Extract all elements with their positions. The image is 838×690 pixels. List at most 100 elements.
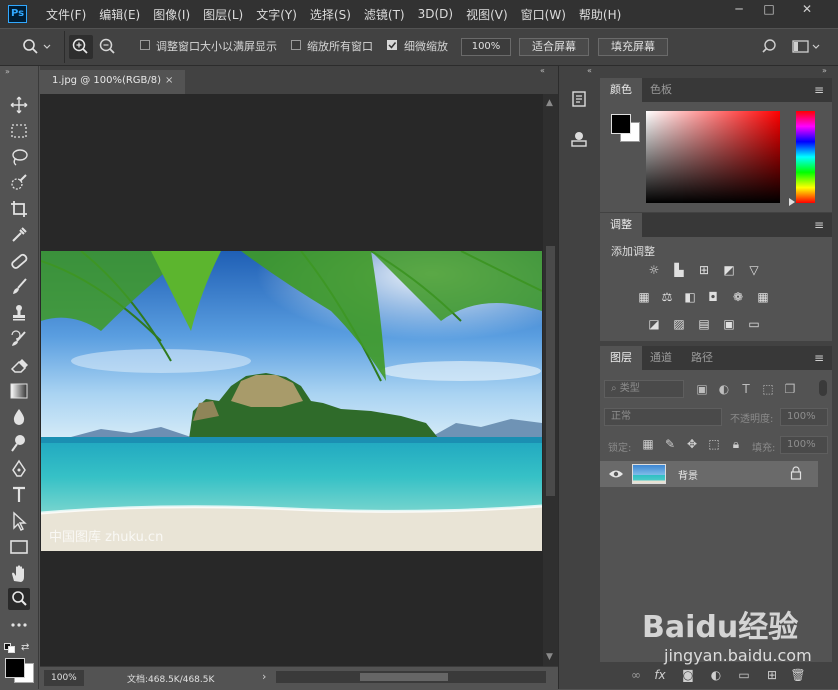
brush-tool-icon[interactable] xyxy=(8,276,30,298)
quick-selection-tool-icon[interactable] xyxy=(8,172,30,194)
black-white-icon[interactable]: ◧ xyxy=(682,290,698,304)
fit-screen-button[interactable]: 适合屏幕 xyxy=(519,38,589,56)
dodge-tool-icon[interactable] xyxy=(8,432,30,454)
more-tools-icon[interactable] xyxy=(8,614,30,636)
filter-smart-object-icon[interactable]: ❐ xyxy=(782,382,798,396)
fill-field[interactable]: 100% xyxy=(780,436,828,454)
gradient-map-icon[interactable]: ▭ xyxy=(746,317,762,331)
close-tab-icon[interactable]: × xyxy=(165,70,173,92)
lock-all-icon[interactable]: 🔒︎ xyxy=(728,437,744,451)
menu-file[interactable]: 文件(F) xyxy=(46,6,86,23)
properties-panel-button[interactable] xyxy=(570,130,588,148)
fill-screen-button[interactable]: 填充屏幕 xyxy=(598,38,668,56)
search-button[interactable] xyxy=(762,38,780,56)
photo-filter-icon[interactable]: ◘ xyxy=(705,290,721,304)
swap-colors-icon[interactable]: ⇄ xyxy=(21,642,33,654)
vibrance-icon[interactable]: ▽ xyxy=(746,263,762,277)
group-icon[interactable]: ▭ xyxy=(736,668,752,682)
rectangle-tool-icon[interactable] xyxy=(8,536,30,558)
hue-saturation-icon[interactable]: ▦ xyxy=(636,290,652,304)
color-lookup-icon[interactable]: ▦ xyxy=(755,290,771,304)
menu-select[interactable]: 选择(S) xyxy=(310,6,351,23)
zoom-all-windows-checkbox[interactable] xyxy=(291,40,301,50)
vertical-scrollbar[interactable]: ▲ ▼ xyxy=(543,94,558,666)
scroll-down-icon[interactable]: ▼ xyxy=(546,652,553,662)
filter-shape-icon[interactable]: ⬚ xyxy=(760,382,776,396)
history-panel-button[interactable] xyxy=(570,90,588,108)
levels-icon[interactable]: ▙ xyxy=(671,263,687,277)
scroll-up-icon[interactable]: ▲ xyxy=(546,98,553,108)
fx-icon[interactable]: fx xyxy=(652,668,668,682)
healing-brush-tool-icon[interactable] xyxy=(8,250,30,272)
menu-help[interactable]: 帮助(H) xyxy=(579,6,621,23)
layers-panel-menu-icon[interactable]: ≡ xyxy=(814,351,824,365)
exposure-icon[interactable]: ◩ xyxy=(721,263,737,277)
menu-view[interactable]: 视图(V) xyxy=(466,6,508,23)
expand-panels-icon[interactable]: « xyxy=(587,66,592,75)
menu-image[interactable]: 图像(I) xyxy=(153,6,190,23)
lasso-tool-icon[interactable] xyxy=(8,146,30,168)
eyedropper-tool-icon[interactable] xyxy=(8,224,30,246)
tool-preset-picker[interactable] xyxy=(22,38,54,56)
filter-pixel-icon[interactable]: ▣ xyxy=(694,382,710,396)
new-layer-icon[interactable]: ⊞ xyxy=(764,668,780,682)
blur-tool-icon[interactable] xyxy=(8,406,30,428)
opacity-field[interactable]: 100% xyxy=(780,408,828,426)
horizontal-scrollbar-thumb[interactable] xyxy=(360,673,448,681)
status-menu-arrow[interactable]: › xyxy=(262,670,266,683)
path-selection-tool-icon[interactable] xyxy=(8,510,30,532)
resize-windows-checkbox[interactable] xyxy=(140,40,150,50)
zoom-tool-icon[interactable] xyxy=(8,588,30,610)
brightness-icon[interactable]: ☼ xyxy=(646,263,662,277)
default-colors-icon[interactable] xyxy=(4,643,16,653)
hue-slider-marker[interactable] xyxy=(789,198,795,206)
filter-adjustment-icon[interactable]: ◐ xyxy=(716,382,732,396)
visibility-eye-icon[interactable] xyxy=(608,467,624,481)
move-tool-icon[interactable] xyxy=(8,94,30,116)
lock-transparent-icon[interactable]: ▦ xyxy=(640,437,656,451)
menu-layer[interactable]: 图层(L) xyxy=(203,6,243,23)
selective-color-icon[interactable]: ▣ xyxy=(721,317,737,331)
zoom-percent-field[interactable]: 100% xyxy=(461,38,511,56)
threshold-icon[interactable]: ▤ xyxy=(696,317,712,331)
collapse-tools-icon[interactable]: » xyxy=(5,67,15,76)
stamp-tool-icon[interactable] xyxy=(8,302,30,324)
document-tab[interactable]: 1.jpg @ 100%(RGB/8) × xyxy=(40,70,185,94)
tab-swatches[interactable]: 色板 xyxy=(640,78,682,102)
tab-adjustments[interactable]: 调整 xyxy=(600,213,642,237)
maximize-button[interactable]: □ xyxy=(754,0,784,20)
hue-slider[interactable] xyxy=(796,111,815,203)
menu-edit[interactable]: 编辑(E) xyxy=(99,6,140,23)
eraser-tool-icon[interactable] xyxy=(8,354,30,376)
zoom-level-field[interactable]: 100% xyxy=(44,670,84,686)
workspace-switcher[interactable] xyxy=(792,38,822,56)
tab-paths[interactable]: 路径 xyxy=(681,346,723,370)
color-panel-menu-icon[interactable]: ≡ xyxy=(814,83,824,97)
document-image[interactable]: 中国图库 zhuku.cn xyxy=(41,251,542,551)
layer-filter-dropdown[interactable]: ⌕ 类型 xyxy=(604,380,684,398)
zoom-in-button[interactable] xyxy=(69,35,93,59)
tab-channels[interactable]: 通道 xyxy=(640,346,682,370)
lock-artboard-icon[interactable]: ⬚ xyxy=(706,437,722,451)
layer-name[interactable]: 背景 xyxy=(678,467,698,482)
close-button[interactable]: ✕ xyxy=(792,0,822,20)
lock-pixels-icon[interactable]: ✎ xyxy=(662,437,678,451)
minimize-button[interactable]: ─ xyxy=(724,0,754,20)
collapse-panel-icon[interactable]: « xyxy=(540,66,558,75)
mask-icon[interactable]: ◙ xyxy=(680,668,696,682)
menu-3d[interactable]: 3D(D) xyxy=(418,7,453,21)
menu-window[interactable]: 窗口(W) xyxy=(521,6,566,23)
trash-icon[interactable]: 🗑︎ xyxy=(790,668,806,682)
type-tool-icon[interactable] xyxy=(8,484,30,506)
link-icon[interactable]: ∞ xyxy=(628,668,644,682)
lock-position-icon[interactable]: ✥ xyxy=(684,437,700,451)
posterize-icon[interactable]: ▨ xyxy=(671,317,687,331)
filter-toggle[interactable] xyxy=(819,380,827,396)
gradient-tool-icon[interactable] xyxy=(8,380,30,402)
marquee-tool-icon[interactable] xyxy=(8,120,30,142)
menu-filter[interactable]: 滤镜(T) xyxy=(364,6,405,23)
pen-tool-icon[interactable] xyxy=(8,458,30,480)
scrollbar-thumb[interactable] xyxy=(546,246,555,496)
foreground-color-picker[interactable] xyxy=(611,114,631,134)
collapse-right-icon[interactable]: » xyxy=(822,66,827,75)
